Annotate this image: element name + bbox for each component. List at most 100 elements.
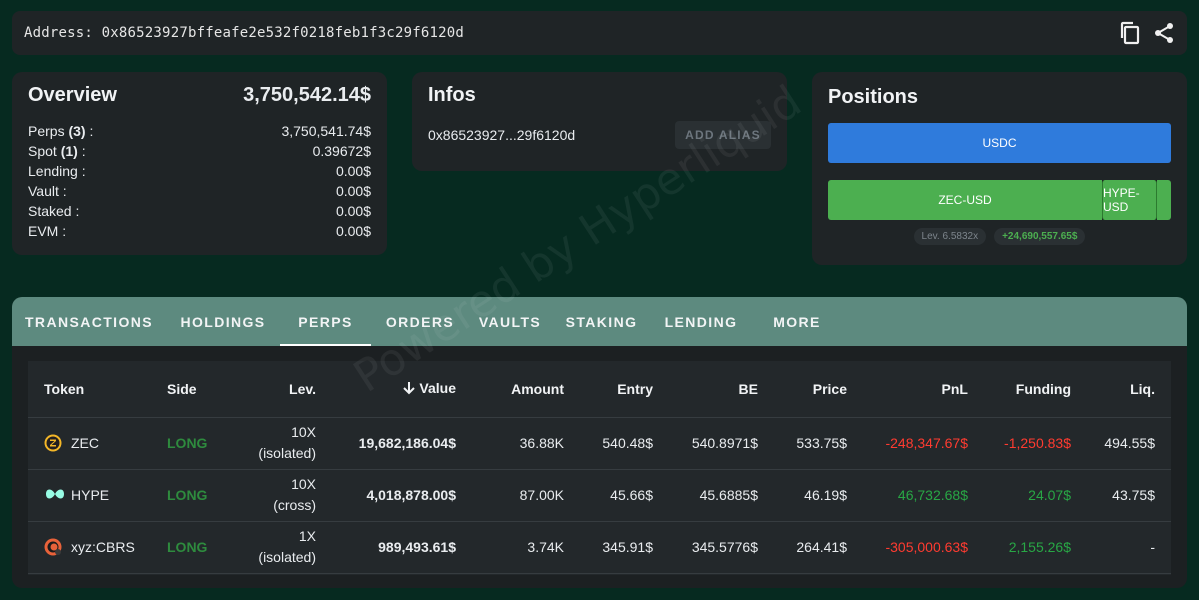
leverage-value: 1X bbox=[298, 528, 316, 544]
tab-lending[interactable]: LENDING bbox=[652, 297, 750, 346]
overview-row: Staked : 0.00$ bbox=[28, 201, 371, 221]
overview-total: 3,750,542.14$ bbox=[243, 84, 371, 106]
pnl-chip: +24,690,557.65$ bbox=[994, 228, 1086, 245]
cell-liq: 43.75$ bbox=[1087, 469, 1171, 522]
col-value-label: Value bbox=[419, 379, 456, 396]
share-icon[interactable] bbox=[1153, 22, 1175, 44]
cell-price: 533.75$ bbox=[774, 417, 863, 470]
col-amount[interactable]: Amount bbox=[472, 361, 580, 418]
col-side[interactable]: Side bbox=[151, 361, 223, 418]
col-funding[interactable]: Funding bbox=[984, 361, 1087, 418]
address-text: Address: 0x86523927bffeafe2e532f0218feb1… bbox=[24, 25, 465, 41]
cell-pnl: 46,732.68$ bbox=[863, 469, 984, 522]
overview-row-label: Lending : bbox=[28, 161, 86, 181]
tab-staking[interactable]: STAKING bbox=[551, 297, 652, 346]
cell-token[interactable]: xyz:CBRS bbox=[28, 521, 151, 574]
cell-value: 19,682,186.04$ bbox=[332, 417, 472, 470]
overview-row-suffix: : bbox=[85, 123, 94, 139]
cell-side: LONG bbox=[151, 521, 223, 574]
cell-funding: 2,155.26$ bbox=[984, 521, 1087, 574]
table-row[interactable]: ZEC LONG 10X (isolated) 19,682,186.04$ 3… bbox=[28, 417, 1171, 470]
hype-icon bbox=[44, 486, 64, 504]
cell-be: 345.5776$ bbox=[669, 521, 774, 574]
cbrs-icon bbox=[44, 538, 62, 556]
perps-table-container: Token Side Lev. Value Amount Entry BE Pr… bbox=[28, 361, 1171, 575]
overview-row-name: Staked : bbox=[28, 203, 80, 219]
overview-row: Vault : 0.00$ bbox=[28, 181, 371, 201]
margin-mode: (isolated) bbox=[258, 445, 316, 461]
copy-icon[interactable] bbox=[1119, 21, 1141, 45]
cell-be: 45.6885$ bbox=[669, 469, 774, 522]
cell-token[interactable]: ZEC bbox=[28, 417, 151, 470]
overview-row-label: Spot (1) : bbox=[28, 141, 86, 161]
overview-row-name: Spot bbox=[28, 143, 57, 159]
col-pnl[interactable]: PnL bbox=[863, 361, 984, 418]
cell-entry: 45.66$ bbox=[580, 469, 669, 522]
zec-icon bbox=[44, 434, 62, 452]
tab-more[interactable]: MORE bbox=[750, 297, 844, 346]
cell-entry: 540.48$ bbox=[580, 417, 669, 470]
cell-funding: -1,250.83$ bbox=[984, 417, 1087, 470]
overview-card: Overview 3,750,542.14$ Perps (3) : 3,750,… bbox=[12, 72, 387, 255]
col-price[interactable]: Price bbox=[774, 361, 863, 418]
col-entry[interactable]: Entry bbox=[580, 361, 669, 418]
leverage-chip: Lev. 6.5832x bbox=[913, 228, 987, 245]
cell-pnl: -248,347.67$ bbox=[863, 417, 984, 470]
overview-row: Lending : 0.00$ bbox=[28, 161, 371, 181]
hype-position-bar[interactable]: HYPE-USD bbox=[1102, 180, 1157, 220]
table-row[interactable]: HYPE LONG 10X (cross) 4,018,878.00$ 87.0… bbox=[28, 469, 1171, 522]
overview-row-name: EVM : bbox=[28, 223, 67, 239]
table-row[interactable]: xyz:CBRS LONG 1X (isolated) 989,493.61$ … bbox=[28, 521, 1171, 574]
table-header-row: Token Side Lev. Value Amount Entry BE Pr… bbox=[28, 361, 1171, 418]
zec-position-bar[interactable]: ZEC-USD bbox=[828, 180, 1102, 220]
overview-row-count: (1) bbox=[60, 143, 78, 159]
cell-token[interactable]: HYPE bbox=[28, 469, 151, 522]
address-bar: Address: 0x86523927bffeafe2e532f0218feb1… bbox=[12, 11, 1187, 55]
overview-row: EVM : 0.00$ bbox=[28, 221, 371, 241]
overview-row-name: Vault : bbox=[28, 183, 67, 199]
col-liq[interactable]: Liq. bbox=[1087, 361, 1171, 418]
leverage-value: 10X bbox=[291, 476, 316, 492]
overview-row-name: Lending : bbox=[28, 163, 86, 179]
token-name: ZEC bbox=[71, 434, 99, 451]
cell-price: 264.41$ bbox=[774, 521, 863, 574]
cell-liq: - bbox=[1087, 521, 1171, 574]
perp-positions-bar: ZEC-USD HYPE-USD bbox=[828, 180, 1171, 220]
token-name: HYPE bbox=[71, 486, 110, 503]
positions-title: Positions bbox=[828, 86, 919, 108]
overview-row-label: Perps (3) : bbox=[28, 121, 93, 141]
margin-mode: (cross) bbox=[273, 497, 316, 513]
tab-vaults[interactable]: VAULTS bbox=[469, 297, 551, 346]
col-be[interactable]: BE bbox=[669, 361, 774, 418]
leverage-value: 10X bbox=[291, 424, 316, 440]
cell-pnl: -305,000.63$ bbox=[863, 521, 984, 574]
cell-entry: 345.91$ bbox=[580, 521, 669, 574]
tab-bar: TRANSACTIONS HOLDINGS PERPS ORDERS VAULT… bbox=[12, 297, 1187, 346]
overview-row-label: Vault : bbox=[28, 181, 67, 201]
cell-amount: 3.74K bbox=[472, 521, 580, 574]
cell-funding: 24.07$ bbox=[984, 469, 1087, 522]
cell-value: 4,018,878.00$ bbox=[332, 469, 472, 522]
cell-amount: 36.88K bbox=[472, 417, 580, 470]
margin-mode: (isolated) bbox=[258, 549, 316, 565]
tab-perps[interactable]: PERPS bbox=[280, 297, 371, 346]
overview-row: Spot (1) : 0.39672$ bbox=[28, 141, 371, 161]
overview-row-label: EVM : bbox=[28, 221, 66, 241]
cell-price: 46.19$ bbox=[774, 469, 863, 522]
perps-table: Token Side Lev. Value Amount Entry BE Pr… bbox=[28, 361, 1171, 574]
cell-lev: 10X (isolated) bbox=[223, 417, 332, 470]
overview-row-name: Perps bbox=[28, 123, 65, 139]
tab-orders[interactable]: ORDERS bbox=[371, 297, 469, 346]
tab-holdings[interactable]: HOLDINGS bbox=[166, 297, 280, 346]
add-alias-button[interactable]: ADD ALIAS bbox=[675, 121, 771, 149]
arrow-down-icon bbox=[403, 381, 416, 398]
col-lev[interactable]: Lev. bbox=[223, 361, 332, 418]
col-token[interactable]: Token bbox=[28, 361, 151, 418]
cell-lev: 1X (isolated) bbox=[223, 521, 332, 574]
cell-value: 989,493.61$ bbox=[332, 521, 472, 574]
usdc-position-bar[interactable]: USDC bbox=[828, 123, 1171, 163]
cell-be: 540.8971$ bbox=[669, 417, 774, 470]
col-value[interactable]: Value bbox=[332, 361, 472, 418]
tab-transactions[interactable]: TRANSACTIONS bbox=[12, 297, 166, 346]
cbrs-position-bar[interactable] bbox=[1157, 180, 1171, 220]
